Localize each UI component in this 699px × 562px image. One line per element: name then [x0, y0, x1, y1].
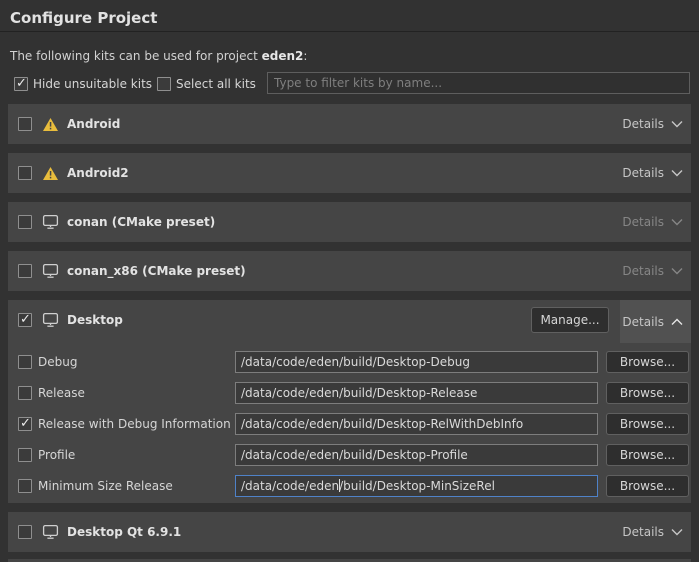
- chevron-down-icon: [671, 264, 683, 278]
- config-label-debug: Debug: [38, 351, 77, 373]
- checkbox-icon[interactable]: [14, 77, 28, 91]
- intro-text: The following kits can be used for proje…: [10, 49, 307, 63]
- config-checkbox-minsizerel[interactable]: [18, 479, 32, 493]
- kit-row-desktop-qt: Desktop Qt 6.9.1 Details: [8, 512, 691, 552]
- config-label-profile: Profile: [38, 444, 75, 466]
- hide-unsuitable-kits-checkbox[interactable]: Hide unsuitable kits: [14, 77, 152, 91]
- title-separator: [0, 31, 699, 32]
- config-checkbox-relwithdebinfo[interactable]: [18, 417, 32, 431]
- chevron-down-icon: [671, 525, 683, 539]
- chevron-down-icon: [671, 215, 683, 229]
- desktop-icon: [42, 263, 59, 279]
- kit-row-android2: Android2 Details: [8, 153, 691, 193]
- config-checkbox-release[interactable]: [18, 386, 32, 400]
- details-button-android2[interactable]: Details: [622, 153, 683, 193]
- browse-button-release[interactable]: Browse...: [606, 382, 689, 404]
- kit-checkbox-desktop[interactable]: [18, 313, 32, 327]
- details-button-conan[interactable]: Details: [622, 202, 683, 242]
- warning-icon: [42, 165, 59, 181]
- kit-row-desktop: Desktop Manage... Details Debug /data/co…: [8, 300, 691, 503]
- configure-project-page: Configure Project The following kits can…: [0, 0, 699, 562]
- kit-checkbox-android2[interactable]: [18, 166, 32, 180]
- config-label-minsizerel: Minimum Size Release: [38, 475, 173, 497]
- kit-row-android: Android Details: [8, 104, 691, 144]
- build-dir-input-profile[interactable]: /data/code/eden/build/Desktop-Profile: [235, 444, 598, 466]
- build-config-row-profile: Profile /data/code/eden/build/Desktop-Pr…: [8, 444, 691, 466]
- browse-button-relwithdebinfo[interactable]: Browse...: [606, 413, 689, 435]
- build-config-row-release: Release /data/code/eden/build/Desktop-Re…: [8, 382, 691, 404]
- kit-name: Desktop Qt 6.9.1: [67, 525, 181, 539]
- page-title: Configure Project: [10, 9, 157, 27]
- kit-filter-input[interactable]: [267, 72, 690, 94]
- details-button-conan-x86[interactable]: Details: [622, 251, 683, 291]
- desktop-icon: [42, 524, 59, 540]
- kit-name: conan_x86 (CMake preset): [67, 264, 246, 278]
- build-config-row-debug: Debug /data/code/eden/build/Desktop-Debu…: [8, 351, 691, 373]
- details-button-desktop-qt[interactable]: Details: [622, 512, 683, 552]
- kit-row-conan: conan (CMake preset) Details: [8, 202, 691, 242]
- details-button-android[interactable]: Details: [622, 104, 683, 144]
- browse-button-profile[interactable]: Browse...: [606, 444, 689, 466]
- build-dir-input-relwithdebinfo[interactable]: /data/code/eden/build/Desktop-RelWithDeb…: [235, 413, 598, 435]
- chevron-up-icon: [671, 315, 683, 329]
- kit-checkbox-desktop-qt[interactable]: [18, 525, 32, 539]
- kit-name: Android2: [67, 166, 129, 180]
- kit-checkbox-conan-x86[interactable]: [18, 264, 32, 278]
- hide-unsuitable-kits-label: Hide unsuitable kits: [33, 77, 152, 91]
- kit-checkbox-conan[interactable]: [18, 215, 32, 229]
- checkbox-icon[interactable]: [157, 77, 171, 91]
- kit-name: Android: [67, 117, 120, 131]
- warning-icon: [42, 116, 59, 132]
- build-dir-input-release[interactable]: /data/code/eden/build/Desktop-Release: [235, 382, 598, 404]
- config-label-relwithdebinfo: Release with Debug Information: [38, 413, 231, 435]
- config-checkbox-profile[interactable]: [18, 448, 32, 462]
- kit-name: conan (CMake preset): [67, 215, 215, 229]
- browse-button-minsizerel[interactable]: Browse...: [606, 475, 689, 497]
- desktop-icon: [42, 312, 59, 328]
- project-name: eden2: [262, 49, 304, 63]
- build-config-row-relwithdebinfo: Release with Debug Information /data/cod…: [8, 413, 691, 435]
- kit-row-conan-x86: conan_x86 (CMake preset) Details: [8, 251, 691, 291]
- build-config-row-minsizerel: Minimum Size Release /data/code/eden/bui…: [8, 475, 691, 497]
- browse-button-debug[interactable]: Browse...: [606, 351, 689, 373]
- select-all-kits-checkbox[interactable]: Select all kits: [157, 77, 256, 91]
- build-dir-input-minsizerel[interactable]: /data/code/eden/build/Desktop-MinSizeRel: [235, 475, 598, 497]
- config-checkbox-debug[interactable]: [18, 355, 32, 369]
- config-label-release: Release: [38, 382, 85, 404]
- build-dir-input-debug[interactable]: /data/code/eden/build/Desktop-Debug: [235, 351, 598, 373]
- desktop-icon: [42, 214, 59, 230]
- kit-checkbox-android[interactable]: [18, 117, 32, 131]
- chevron-down-icon: [671, 166, 683, 180]
- select-all-kits-label: Select all kits: [176, 77, 256, 91]
- chevron-down-icon: [671, 117, 683, 131]
- text-caret: [339, 479, 340, 492]
- manage-button[interactable]: Manage...: [531, 307, 609, 333]
- kit-name: Desktop: [67, 313, 123, 327]
- details-button-desktop[interactable]: Details: [620, 300, 691, 343]
